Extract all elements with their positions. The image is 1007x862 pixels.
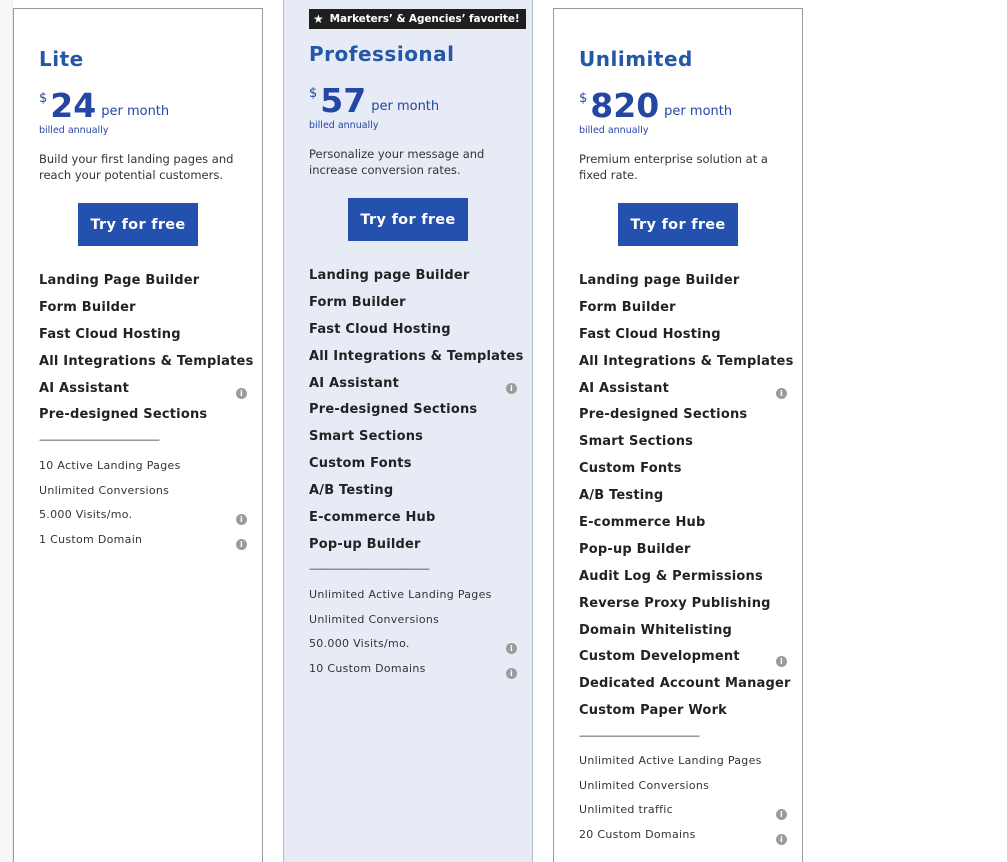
feature-item: Domain Whitelisting <box>579 622 733 638</box>
feature-item: Custom Paper Work <box>579 703 728 719</box>
info-icon[interactable]: i <box>776 656 787 668</box>
price: $ 57 per month <box>309 84 439 117</box>
feature-item: Form Builder <box>309 294 406 310</box>
limit-item: Unlimited Conversions <box>309 612 440 626</box>
favorite-badge: ★ Marketers’ & Agencies’ favorite! <box>309 9 526 29</box>
limit-item: 10 Active Landing Pages <box>39 459 181 472</box>
info-icon[interactable]: i <box>506 668 517 680</box>
currency-symbol: $ <box>579 91 588 106</box>
feature-item: Smart Sections <box>309 429 424 445</box>
feature-list: Landing Page Builder Form Builder Fast C… <box>39 273 254 434</box>
info-icon[interactable]: i <box>236 514 247 526</box>
info-icon[interactable]: i <box>506 643 517 655</box>
feature-item: Fast Cloud Hosting <box>39 326 181 342</box>
star-icon: ★ <box>313 12 324 26</box>
limit-item: Unlimited Conversions <box>39 483 170 497</box>
limit-item: Unlimited Conversions <box>579 778 710 792</box>
feature-item: All Integrations & Templates <box>579 353 794 369</box>
limit-item: Unlimited Active Landing Pages <box>309 588 492 601</box>
limit-item: 5.000 Visits/mo. i <box>39 508 247 533</box>
feature-item: All Integrations & Templates <box>39 353 254 369</box>
feature-item: Pop-up Builder <box>579 541 691 557</box>
feature-item: Reverse Proxy Publishing <box>579 595 771 611</box>
feature-item: A/B Testing <box>309 483 394 499</box>
limits-list: Unlimited Active Landing Pages Unlimited… <box>309 588 517 687</box>
info-icon[interactable]: i <box>776 387 787 399</box>
feature-item: AI Assistant i <box>39 381 247 408</box>
feature-item: Fast Cloud Hosting <box>579 326 721 342</box>
limit-item: 1 Custom Domain i <box>39 533 247 558</box>
price-amount: 820 <box>590 86 660 125</box>
feature-item: Landing page Builder <box>579 273 740 288</box>
limit-item: 20 Custom Domains i <box>579 828 787 853</box>
feature-item: Smart Sections <box>579 434 694 450</box>
badge-label: Marketers’ & Agencies’ favorite! <box>329 13 520 25</box>
price-period: per month <box>101 104 170 119</box>
currency-symbol: $ <box>309 86 318 101</box>
feature-item: E-commerce Hub <box>309 510 436 526</box>
currency-symbol: $ <box>39 91 48 106</box>
feature-item: Pre-designed Sections <box>39 407 208 423</box>
price: $ 24 per month <box>39 89 169 122</box>
feature-item: All Integrations & Templates <box>309 348 524 364</box>
divider: ———————————— <box>579 729 700 742</box>
info-icon[interactable]: i <box>236 539 247 551</box>
limits-list: 10 Active Landing Pages Unlimited Conver… <box>39 459 247 558</box>
feature-item: Fast Cloud Hosting <box>309 321 451 337</box>
price-period: per month <box>664 104 733 119</box>
plan-name: Unlimited <box>579 47 693 71</box>
feature-list: Landing page Builder Form Builder Fast C… <box>579 273 794 730</box>
try-for-free-button[interactable]: Try for free <box>618 203 738 246</box>
feature-item: Pop-up Builder <box>309 536 421 552</box>
info-icon[interactable]: i <box>776 834 787 846</box>
price-period: per month <box>371 99 440 114</box>
info-icon[interactable]: i <box>506 382 517 394</box>
feature-item: A/B Testing <box>579 488 664 504</box>
feature-item: AI Assistant i <box>309 376 517 403</box>
plan-card-professional: ★ Marketers’ & Agencies’ favorite! Profe… <box>283 0 533 862</box>
page-left-margin <box>0 0 13 862</box>
divider: ———————————— <box>309 562 430 575</box>
price: $ 820 per month <box>579 89 732 122</box>
limit-item: 10 Custom Domains i <box>309 662 517 687</box>
feature-item: AI Assistant i <box>579 381 787 408</box>
divider: ———————————— <box>39 433 160 446</box>
limit-item: 50.000 Visits/mo. i <box>309 637 517 662</box>
billing-note: billed annually <box>39 125 109 136</box>
plan-description: Personalize your message and increase co… <box>309 147 485 177</box>
feature-item: Landing page Builder <box>309 268 470 283</box>
feature-item: Pre-designed Sections <box>579 407 748 423</box>
try-for-free-button[interactable]: Try for free <box>78 203 198 246</box>
feature-item: Form Builder <box>579 299 676 315</box>
try-for-free-button[interactable]: Try for free <box>348 198 468 241</box>
plan-description: Premium enterprise solution at a fixed r… <box>579 152 768 182</box>
plan-card-lite: Lite $ 24 per month billed annually Buil… <box>13 8 263 862</box>
info-icon[interactable]: i <box>776 809 787 821</box>
feature-item: Audit Log & Permissions <box>579 568 763 584</box>
feature-item: Custom Fonts <box>309 456 412 472</box>
plan-name: Professional <box>309 42 455 66</box>
feature-list: Landing page Builder Form Builder Fast C… <box>309 268 524 564</box>
plan-card-unlimited: Unlimited $ 820 per month billed annuall… <box>553 8 803 862</box>
feature-item: Pre-designed Sections <box>309 402 478 418</box>
plan-description: Build your first landing pages and reach… <box>39 152 234 182</box>
feature-item: E-commerce Hub <box>579 515 706 531</box>
price-amount: 24 <box>50 86 97 125</box>
limit-item: Unlimited Active Landing Pages <box>579 754 762 767</box>
info-icon[interactable]: i <box>236 387 247 399</box>
feature-item: Form Builder <box>39 299 136 315</box>
limits-list: Unlimited Active Landing Pages Unlimited… <box>579 754 787 853</box>
price-amount: 57 <box>320 81 367 120</box>
feature-item: Custom Fonts <box>579 461 682 477</box>
billing-note: billed annually <box>309 120 379 131</box>
limit-item: Unlimited traffic i <box>579 803 787 828</box>
feature-item: Landing Page Builder <box>39 273 200 288</box>
feature-item: Custom Development i <box>579 649 787 676</box>
plan-name: Lite <box>39 47 84 71</box>
billing-note: billed annually <box>579 125 649 136</box>
feature-item: Dedicated Account Manager <box>579 676 791 692</box>
